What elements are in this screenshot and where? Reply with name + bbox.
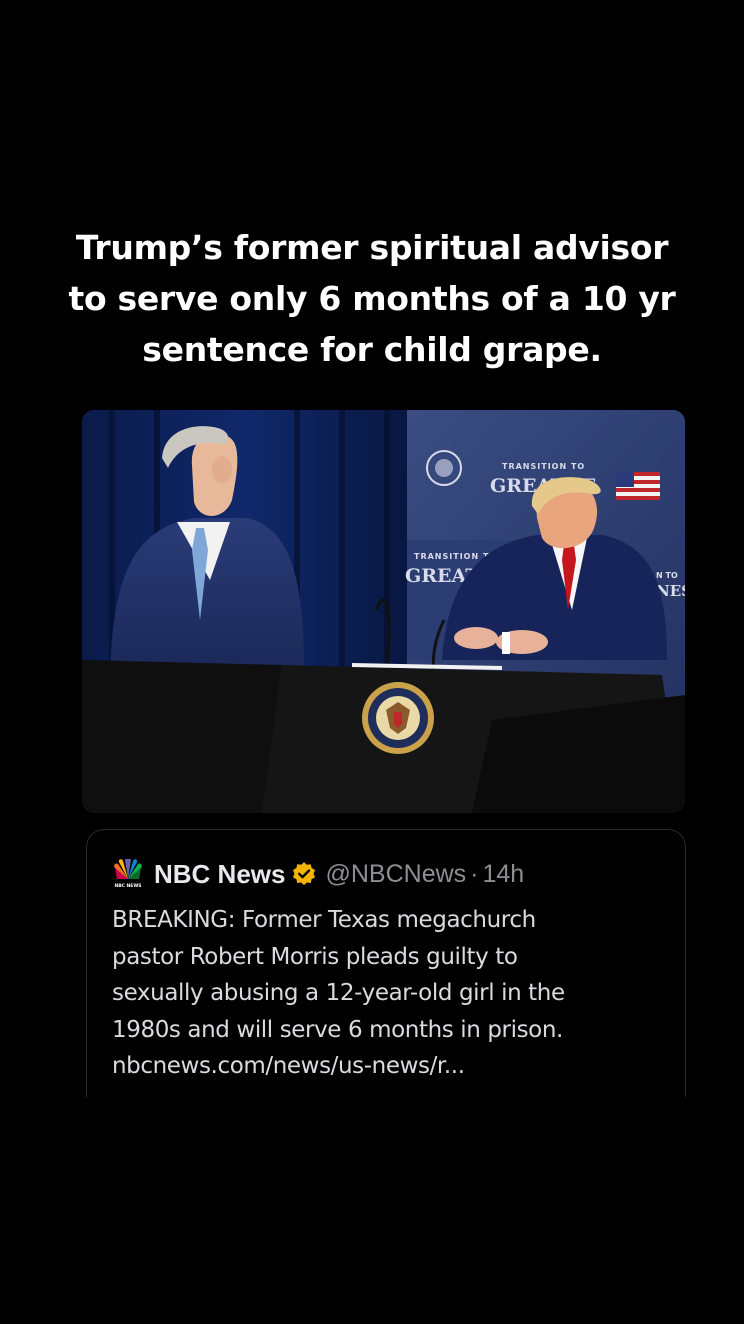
table-left: [82, 660, 282, 813]
tweet-line-1: BREAKING: Former Texas megachurch: [112, 907, 536, 933]
tweet-line-2: pastor Robert Morris pleads guilty to: [112, 943, 518, 970]
presidential-seal-icon: [362, 682, 434, 754]
tweet-header: NBC NEWS NBC News @NBCNews · 14h: [111, 858, 524, 890]
banner-small-text: TRANSITION TO: [502, 462, 585, 471]
photo-illustration: TRANSITION TO GREATNE TRANSITION TO GREA…: [82, 410, 685, 813]
headline-line-3: sentence for child grape.: [142, 330, 602, 369]
edge-small-text: N TO: [656, 571, 678, 580]
verified-badge-icon: [293, 862, 316, 886]
seal-small-center: [435, 459, 453, 477]
tweet-link[interactable]: nbcnews.com/news/us-news/r...: [112, 1048, 672, 1085]
news-photo[interactable]: TRANSITION TO GREATNE TRANSITION TO GREA…: [82, 410, 685, 813]
post-time[interactable]: 14h: [483, 860, 525, 889]
account-name[interactable]: NBC News: [154, 859, 285, 890]
tweet-body: BREAKING: Former Texas megachurch pastor…: [112, 902, 672, 1085]
tweet-line-4: 1980s and will serve 6 months in prison.: [112, 1016, 563, 1043]
headline-line-2: to serve only 6 months of a 10 yr: [68, 279, 676, 318]
nbc-peacock-icon[interactable]: NBC NEWS: [111, 859, 145, 889]
headline-line-1: Trump’s former spiritual advisor: [75, 228, 669, 267]
headline: Trump’s former spiritual advisor to serv…: [40, 222, 704, 375]
separator-dot: ·: [470, 859, 479, 888]
tweet-card[interactable]: NBC NEWS NBC News @NBCNews · 14h BREAKIN…: [86, 829, 686, 1097]
account-handle[interactable]: @NBCNews: [325, 860, 466, 889]
tweet-line-3: sexually abusing a 12-year-old girl in t…: [112, 980, 565, 1006]
svg-text:NBC NEWS: NBC NEWS: [114, 883, 141, 889]
us-flag-icon: [616, 472, 660, 500]
